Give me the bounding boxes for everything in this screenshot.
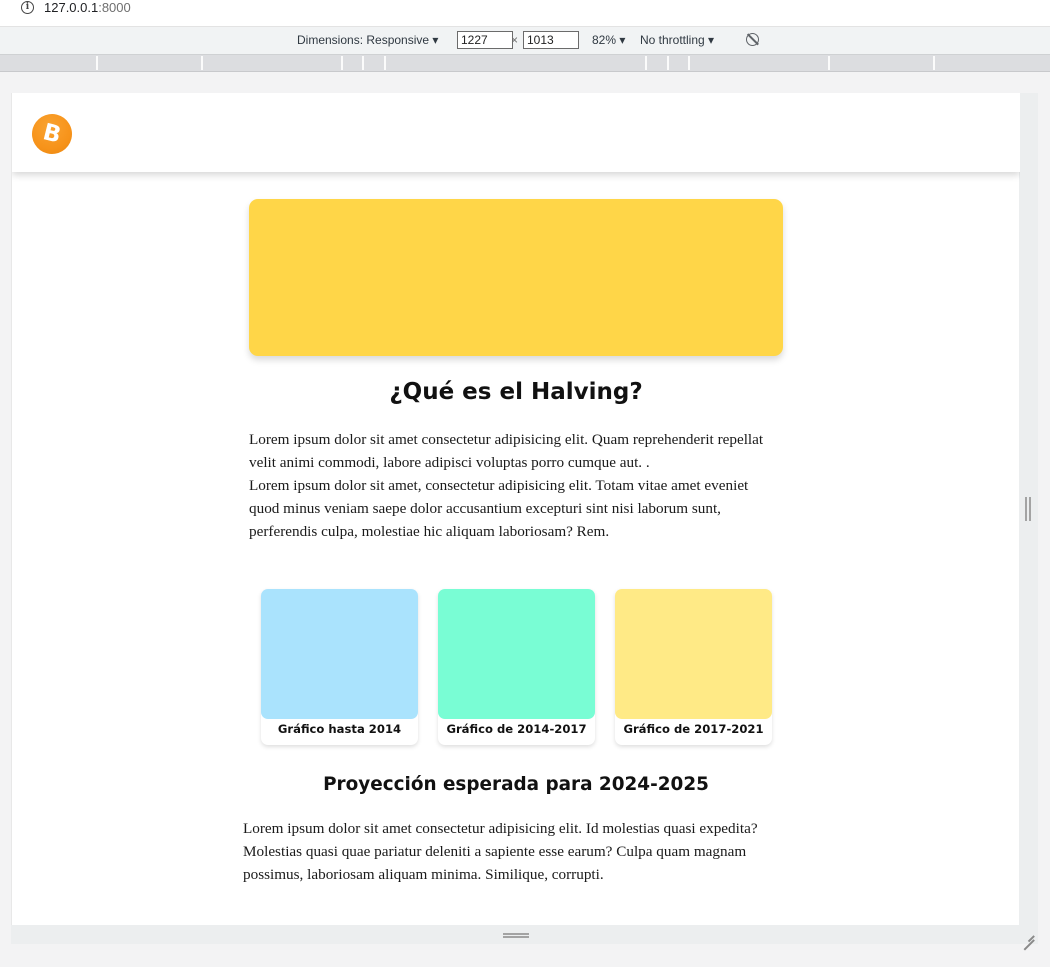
url-host: 127.0.0.1 — [44, 0, 99, 15]
chart-card-label: Gráfico de 2014-2017 — [446, 722, 587, 736]
ruler-marker — [341, 56, 343, 70]
chart-card-image — [261, 589, 418, 719]
chart-card-label: Gráfico de 2017-2021 — [623, 722, 764, 736]
ruler-marker — [384, 56, 386, 70]
ruler-marker — [933, 56, 935, 70]
ruler-marker — [201, 56, 203, 70]
bitcoin-logo-icon[interactable]: B — [27, 109, 77, 159]
times-sign: × — [511, 33, 519, 47]
zoom-dropdown[interactable]: 82% ▾ — [592, 33, 625, 47]
throttling-dropdown[interactable]: No throttling ▾ — [640, 33, 714, 47]
halving-title: ¿Qué es el Halving? — [389, 379, 643, 405]
ruler-marker — [362, 56, 364, 70]
ruler-marker — [828, 56, 830, 70]
chart-card-image — [438, 589, 595, 719]
viewport-width-input[interactable] — [457, 31, 513, 49]
ruler-marker — [688, 56, 690, 70]
chart-card-2017-2021[interactable]: Gráfico de 2017-2021 — [615, 589, 772, 745]
chart-card-until-2014[interactable]: Gráfico hasta 2014 — [261, 589, 418, 745]
chart-card-image — [615, 589, 772, 719]
device-toolbar: Dimensions: Responsive ▾ × 82% ▾ No thro… — [0, 27, 1050, 55]
info-icon[interactable]: i — [21, 1, 34, 14]
ruler-marker — [645, 56, 647, 70]
halving-paragraph-1: Lorem ipsum dolor sit amet consectetur a… — [249, 431, 764, 471]
resize-handle-right[interactable] — [1025, 497, 1031, 521]
projection-paragraph: Lorem ipsum dolor sit amet consectetur a… — [243, 820, 758, 883]
chart-card-2014-2017[interactable]: Gráfico de 2014-2017 — [438, 589, 595, 745]
halving-paragraph-2: Lorem ipsum dolor sit amet, consectetur … — [249, 477, 749, 540]
ruler-marker — [96, 56, 98, 70]
chart-card-label: Gráfico hasta 2014 — [277, 722, 402, 736]
url-text[interactable]: 127.0.0.1:8000 — [44, 0, 131, 15]
dimensions-dropdown[interactable]: Dimensions: Responsive ▾ — [297, 33, 438, 47]
address-bar[interactable]: i 127.0.0.1:8000 — [0, 0, 1050, 27]
resize-handle-bottom[interactable] — [503, 933, 529, 938]
page-viewport: B ¿Qué es el Halving? Lorem ipsum dolor … — [11, 93, 1020, 925]
rotate-icon[interactable] — [746, 33, 759, 46]
resize-corner-icon[interactable] — [1021, 928, 1035, 942]
url-port: :8000 — [98, 0, 131, 15]
ruler-marker — [667, 56, 669, 70]
site-navbar: B — [12, 93, 1020, 172]
viewport-height-input[interactable] — [523, 31, 579, 49]
projection-title: Proyección esperada para 2024-2025 — [323, 774, 709, 795]
hero-banner — [249, 199, 783, 356]
media-query-ruler[interactable] — [0, 55, 1050, 72]
